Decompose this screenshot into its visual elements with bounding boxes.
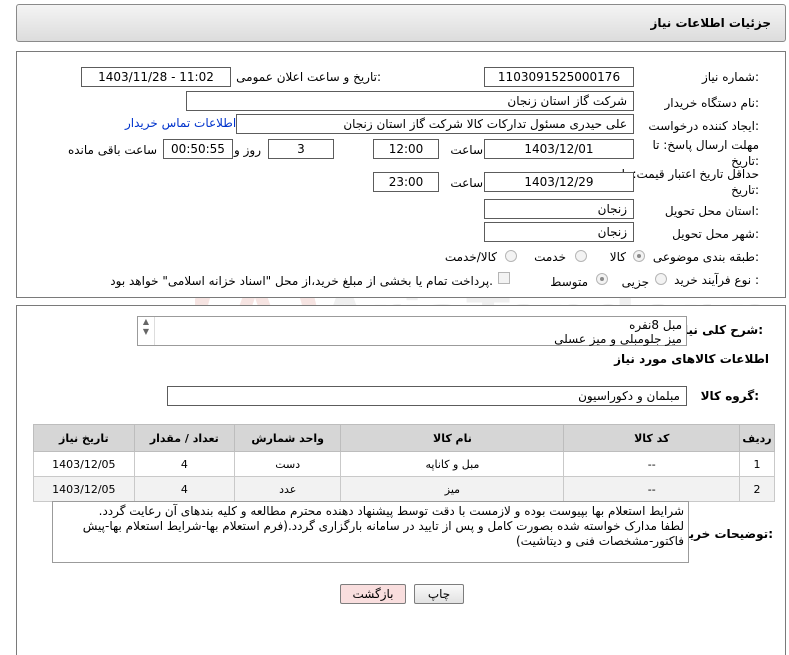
cell-unit: دست — [233, 451, 342, 477]
buyer-contact-link[interactable]: اطلاعات تماس خریدار — [125, 116, 236, 130]
cell-unit: عدد — [233, 476, 342, 502]
summary-scrollbar[interactable]: ▲ ▼ — [138, 317, 155, 345]
need-number-label: شماره نیاز: — [701, 70, 759, 84]
treasury-payment-note: پرداخت تمام یا بخشی از مبلغ خرید،از محل … — [110, 274, 493, 288]
cell-row-number: 2 — [738, 476, 776, 502]
process-minor-label: جزیی — [621, 275, 649, 289]
col-quantity: تعداد / مقدار — [133, 424, 236, 452]
buyer-notes-textarea[interactable]: شرایط استعلام بها بپیوست بوده و لازمست ب… — [52, 501, 689, 563]
summary-textarea[interactable]: ▲ ▼ مبل 8نفره میز جلومبلی و میز عسلی — [137, 316, 687, 346]
days-label: روز و — [234, 143, 261, 157]
announce-date-field: 1403/11/28 - 11:02 — [81, 67, 231, 87]
cell-need-date: 1403/12/05 — [33, 451, 135, 477]
cell-quantity: 4 — [133, 476, 236, 502]
time-remaining-field: 00:50:55 — [163, 139, 233, 159]
print-button[interactable]: چاپ — [414, 584, 464, 604]
col-need-date: تاریخ نیاز — [33, 424, 135, 452]
category-goods-service-label: کالا/خدمت — [444, 250, 497, 264]
col-item-name: نام کالا — [340, 424, 565, 452]
goods-group-label: گروه کالا: — [700, 389, 759, 403]
buyer-notes-line-2: لطفا مدارک خواسته شده بصورت کامل و پس از… — [82, 519, 684, 533]
category-goods-label: کالا — [609, 250, 626, 264]
col-row-number: ردیف — [738, 424, 776, 452]
request-creator-label: ایجاد کننده درخواست: — [648, 119, 759, 133]
price-validity-date-field: 1403/12/29 — [484, 172, 634, 192]
reply-deadline-label: مهلت ارسال پاسخ: تا تاریخ: — [652, 138, 759, 168]
buyer-notes-line-3: فاکتور-مشخصات فنی و دیتاشیت) — [516, 534, 684, 548]
treasury-checkbox[interactable] — [498, 272, 510, 284]
price-time-label: ساعت — [450, 176, 483, 190]
cell-need-date: 1403/12/05 — [33, 476, 135, 502]
page-title: جزئیات اطلاعات نیاز — [650, 16, 771, 30]
col-item-code: کد کالا — [563, 424, 740, 452]
price-validity-time-field: 23:00 — [373, 172, 439, 192]
cell-item-name: میز — [340, 476, 565, 502]
goods-group-field: مبلمان و دکوراسیون — [167, 386, 687, 406]
summary-line-1: مبل 8نفره — [629, 318, 682, 332]
announce-date-label: تاریخ و ساعت اعلان عمومی: — [236, 70, 381, 84]
table-row: 1403/12/05 4 عدد میز -- 2 — [33, 476, 776, 502]
delivery-city-field: زنجان — [484, 222, 634, 242]
table-row: 1403/12/05 4 دست مبل و کاناپه -- 1 — [33, 451, 776, 477]
goods-section-title: اطلاعات کالاهای مورد نیاز — [614, 352, 769, 366]
process-medium-radio[interactable] — [596, 273, 608, 285]
subject-category-label: طبقه بندی موضوعی: — [652, 250, 759, 264]
cell-quantity: 4 — [133, 451, 236, 477]
time-remaining-label: ساعت باقی مانده — [67, 143, 157, 157]
reply-date-field: 1403/12/01 — [484, 139, 634, 159]
buyer-name-field: شرکت گاز استان زنجان — [186, 91, 634, 111]
category-goods-service-radio[interactable] — [505, 250, 517, 262]
back-button[interactable]: بازگشت — [340, 584, 406, 604]
page-header: جزئیات اطلاعات نیاز — [16, 4, 786, 42]
col-unit: واحد شمارش — [233, 424, 342, 452]
days-remaining-field: 3 — [268, 139, 334, 159]
category-goods-radio[interactable] — [633, 250, 645, 262]
purchase-process-label: نوع فرآیند خرید : — [674, 273, 759, 287]
delivery-city-label: شهر محل تحویل: — [672, 227, 759, 241]
process-minor-radio[interactable] — [655, 273, 667, 285]
process-medium-label: متوسط — [550, 275, 588, 289]
cell-item-code: -- — [563, 476, 740, 502]
reply-time-label: ساعت — [450, 143, 483, 157]
buyer-notes-line-1: شرایط استعلام بها بپیوست بوده و لازمست ب… — [98, 504, 684, 518]
need-number-field: 1103091525000176 — [484, 67, 634, 87]
cell-row-number: 1 — [738, 451, 776, 477]
cell-item-name: مبل و کاناپه — [340, 451, 565, 477]
request-creator-field: علی حیدری مسئول تدارکات کالا شرکت گاز اس… — [236, 114, 634, 134]
reply-time-field: 12:00 — [373, 139, 439, 159]
category-service-radio[interactable] — [575, 250, 587, 262]
delivery-province-label: استان محل تحویل: — [664, 204, 759, 218]
buyer-name-label: نام دستگاه خریدار: — [664, 96, 760, 110]
goods-table: تاریخ نیاز تعداد / مقدار واحد شمارش نام … — [33, 424, 776, 502]
category-service-label: خدمت — [534, 250, 566, 264]
summary-label: شرح کلی نیاز: — [677, 323, 763, 337]
cell-item-code: -- — [563, 451, 740, 477]
delivery-province-field: زنجان — [484, 199, 634, 219]
summary-line-2: میز جلومبلی و میز عسلی — [554, 332, 682, 346]
